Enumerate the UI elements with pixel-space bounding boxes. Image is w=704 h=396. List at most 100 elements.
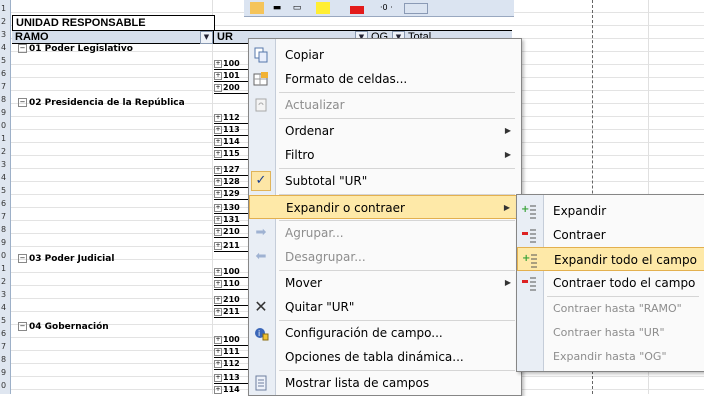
submenu-arrow-icon: ▶	[504, 150, 511, 159]
expand-icon[interactable]: +	[214, 137, 222, 146]
format-cells-icon	[253, 71, 269, 87]
row-header-column[interactable]: 1234 5678 9012 3456 7890 1234 5678 90	[0, 0, 11, 394]
ur-cell[interactable]: +114	[214, 384, 248, 394]
expand-icon[interactable]: +	[214, 385, 222, 394]
ur-cell[interactable]: +110	[214, 278, 248, 290]
ur-cell[interactable]: +211	[214, 240, 248, 252]
expand-icon[interactable]: +	[214, 59, 222, 68]
field-settings-icon: i	[253, 325, 269, 341]
expand-icon[interactable]: +	[214, 335, 222, 344]
ur-cell[interactable]: +112	[214, 358, 248, 370]
expand-icon[interactable]: +	[214, 307, 222, 316]
expand-icon[interactable]: +	[214, 215, 222, 224]
submenu-item-contraer-ramo[interactable]: Contraer hasta "RAMO"	[517, 297, 704, 321]
svg-text:+: +	[521, 204, 529, 215]
ur-cell[interactable]: +210	[214, 294, 248, 306]
ur-cell[interactable]: +200	[214, 82, 248, 94]
toolbar-button[interactable]: ▭	[290, 2, 304, 14]
menu-item-actualizar[interactable]: Actualizar	[249, 93, 521, 117]
expand-icon[interactable]: +	[214, 83, 222, 92]
ur-cell[interactable]: +131	[214, 214, 248, 226]
ur-cell[interactable]: +129	[214, 188, 248, 200]
expand-icon[interactable]: +	[214, 189, 222, 198]
check-icon: ✓	[251, 171, 271, 191]
expand-icon[interactable]: +	[214, 125, 222, 134]
pivot-header-title: UNIDAD RESPONSABLE	[12, 15, 215, 30]
font-color-button[interactable]	[350, 6, 364, 14]
copy-icon	[253, 47, 269, 63]
ur-cell[interactable]: +128	[214, 176, 248, 188]
menu-item-opciones-tabla[interactable]: Opciones de tabla dinámica...	[249, 345, 521, 369]
submenu-item-expandir[interactable]: + Expandir	[517, 199, 704, 223]
ur-cell[interactable]: +113	[214, 124, 248, 136]
submenu-item-contraer-ur[interactable]: Contraer hasta "UR"	[517, 321, 704, 345]
toolbar-button[interactable]	[250, 2, 264, 14]
toolbar-button[interactable]: ·0 ·	[380, 2, 394, 14]
menu-item-mostrar-lista-campos[interactable]: Mostrar lista de campos	[249, 371, 521, 395]
menu-item-filtro[interactable]: Filtro ▶	[249, 143, 521, 167]
expand-icon[interactable]: +	[214, 373, 222, 382]
menu-item-desagrupar[interactable]: ⬅ Desagrupar...	[249, 245, 521, 269]
group-icon: ➡	[255, 225, 267, 240]
submenu-item-expandir-todo[interactable]: + Expandir todo el campo	[517, 247, 704, 271]
ramo-row[interactable]: −03 Poder Judicial	[18, 254, 114, 264]
ungroup-icon: ⬅	[255, 249, 267, 264]
expand-icon[interactable]: +	[214, 241, 222, 250]
border-button[interactable]	[404, 3, 428, 14]
ur-cell[interactable]: +127	[214, 164, 248, 176]
field-list-icon	[253, 375, 269, 391]
ur-cell[interactable]: +100	[214, 58, 248, 70]
collapse-icon[interactable]: −	[18, 254, 27, 263]
menu-item-mover[interactable]: Mover ▶	[249, 271, 521, 295]
ramo-row[interactable]: −01 Poder Legislativo	[18, 44, 133, 54]
menu-item-formato-celdas[interactable]: Formato de celdas...	[249, 67, 521, 91]
ur-cell[interactable]: +111	[214, 346, 248, 358]
ramo-header: RAMO	[15, 31, 49, 43]
ur-cell[interactable]: +114	[214, 136, 248, 148]
collapse-icon[interactable]: −	[18, 98, 27, 107]
menu-item-configuracion-campo[interactable]: i Configuración de campo...	[249, 321, 521, 345]
ur-cell[interactable]: +130	[214, 202, 248, 214]
svg-text:i: i	[258, 329, 260, 338]
submenu-item-contraer-todo[interactable]: Contraer todo el campo	[517, 271, 704, 295]
collapse-icon[interactable]: −	[18, 322, 27, 331]
collapse-icon[interactable]: −	[18, 44, 27, 53]
ur-cell[interactable]: +113	[214, 372, 248, 384]
expand-icon[interactable]: +	[214, 279, 222, 288]
submenu-arrow-icon: ▶	[504, 126, 511, 135]
expand-icon[interactable]: +	[214, 165, 222, 174]
submenu-item-contraer[interactable]: Contraer	[517, 223, 704, 247]
expand-icon[interactable]: +	[214, 203, 222, 212]
menu-item-ordenar[interactable]: Ordenar ▶	[249, 119, 521, 143]
expand-icon[interactable]: +	[214, 295, 222, 304]
expand-icon: +	[521, 203, 537, 219]
expand-icon[interactable]: +	[214, 227, 222, 236]
svg-text:+: +	[522, 253, 530, 264]
expand-icon[interactable]: +	[214, 177, 222, 186]
ramo-filter-dropdown[interactable]: ▼	[200, 31, 213, 44]
menu-item-quitar-ur[interactable]: ✕ Quitar "UR"	[249, 295, 521, 319]
menu-item-copiar[interactable]: Copiar	[249, 43, 521, 67]
ur-cell[interactable]: +112	[214, 112, 248, 124]
expand-collapse-submenu: + Expandir Contraer + Expandir todo el c…	[516, 194, 704, 372]
ramo-row[interactable]: −02 Presidencia de la República	[18, 98, 185, 108]
expand-icon[interactable]: +	[214, 149, 222, 158]
expand-icon[interactable]: +	[214, 71, 222, 80]
submenu-item-expandir-og[interactable]: Expandir hasta "OG"	[517, 345, 704, 369]
ur-cell[interactable]: +100	[214, 334, 248, 346]
ur-cell[interactable]: +100	[214, 266, 248, 278]
menu-item-agrupar[interactable]: ➡ Agrupar...	[249, 221, 521, 245]
ramo-row[interactable]: −04 Gobernación	[18, 322, 109, 332]
expand-icon[interactable]: +	[214, 347, 222, 356]
expand-icon[interactable]: +	[214, 359, 222, 368]
ur-cell[interactable]: +210	[214, 226, 248, 238]
menu-item-subtotal-ur[interactable]: ✓ Subtotal "UR"	[249, 169, 521, 193]
expand-icon[interactable]: +	[214, 113, 222, 122]
ur-cell[interactable]: +115	[214, 148, 248, 160]
menu-item-expandir-contraer[interactable]: Expandir o contraer ▶	[249, 195, 521, 219]
toolbar-button[interactable]: ▬	[270, 2, 284, 14]
ur-cell[interactable]: +211	[214, 306, 248, 318]
ur-cell[interactable]: +101	[214, 70, 248, 82]
fill-color-button[interactable]	[316, 2, 330, 14]
expand-icon[interactable]: +	[214, 267, 222, 276]
